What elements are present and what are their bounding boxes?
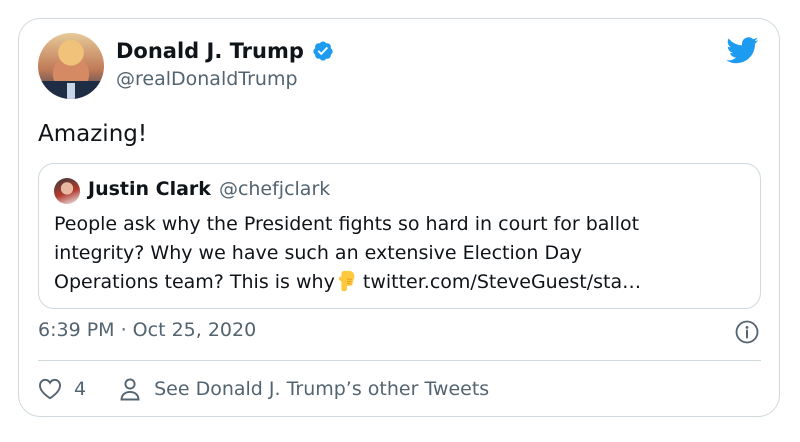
like-count: 4 xyxy=(74,378,87,400)
see-other-tweets-label: See Donald J. Trump’s other Tweets xyxy=(154,378,490,400)
quoted-tweet-text: People ask why the President fights so h… xyxy=(54,210,744,297)
tweet-text: Amazing! xyxy=(38,121,148,147)
info-icon[interactable] xyxy=(735,320,759,344)
quoted-text-line-last: Operations team? This is why twitter.com… xyxy=(54,268,744,297)
quoted-author-name[interactable]: Justin Clark xyxy=(88,178,211,200)
quoted-text-line: Operations team? This is why xyxy=(54,271,335,293)
pointing-down-hand-icon xyxy=(338,270,355,292)
tweet-card[interactable]: Donald J. Trump @realDonaldTrump Amazing… xyxy=(18,18,780,417)
action-bar: 4 See Donald J. Trump’s other Tweets xyxy=(38,371,489,407)
tweet-timestamp[interactable]: 6:39 PM · Oct 25, 2020 xyxy=(38,319,256,341)
quoted-tweet[interactable]: Justin Clark @chefjclark People ask why … xyxy=(38,163,761,309)
person-icon xyxy=(120,378,140,401)
heart-icon xyxy=(39,378,61,400)
like-button[interactable]: 4 xyxy=(38,378,86,400)
verified-badge-icon xyxy=(313,41,333,61)
quoted-author-handle[interactable]: @chefjclark xyxy=(219,178,330,200)
twitter-bird-icon[interactable] xyxy=(726,37,759,64)
quoted-tweet-link[interactable]: twitter.com/SteveGuest/sta… xyxy=(363,271,641,293)
avatar-tie xyxy=(67,83,75,99)
author-display-name[interactable]: Donald J. Trump xyxy=(116,39,304,63)
author-handle[interactable]: @realDonaldTrump xyxy=(116,68,298,90)
author-name-row: Donald J. Trump xyxy=(116,39,334,63)
quoted-text-line: People ask why the President fights so h… xyxy=(54,213,640,235)
author-avatar[interactable] xyxy=(38,33,104,99)
action-divider xyxy=(38,360,761,361)
quoted-author-avatar[interactable] xyxy=(54,178,80,204)
quoted-author-row: Justin Clark @chefjclark xyxy=(88,178,330,200)
see-other-tweets-button[interactable]: See Donald J. Trump’s other Tweets xyxy=(120,377,489,401)
quoted-text-line: integrity? Why we have such an extensive… xyxy=(54,242,582,264)
